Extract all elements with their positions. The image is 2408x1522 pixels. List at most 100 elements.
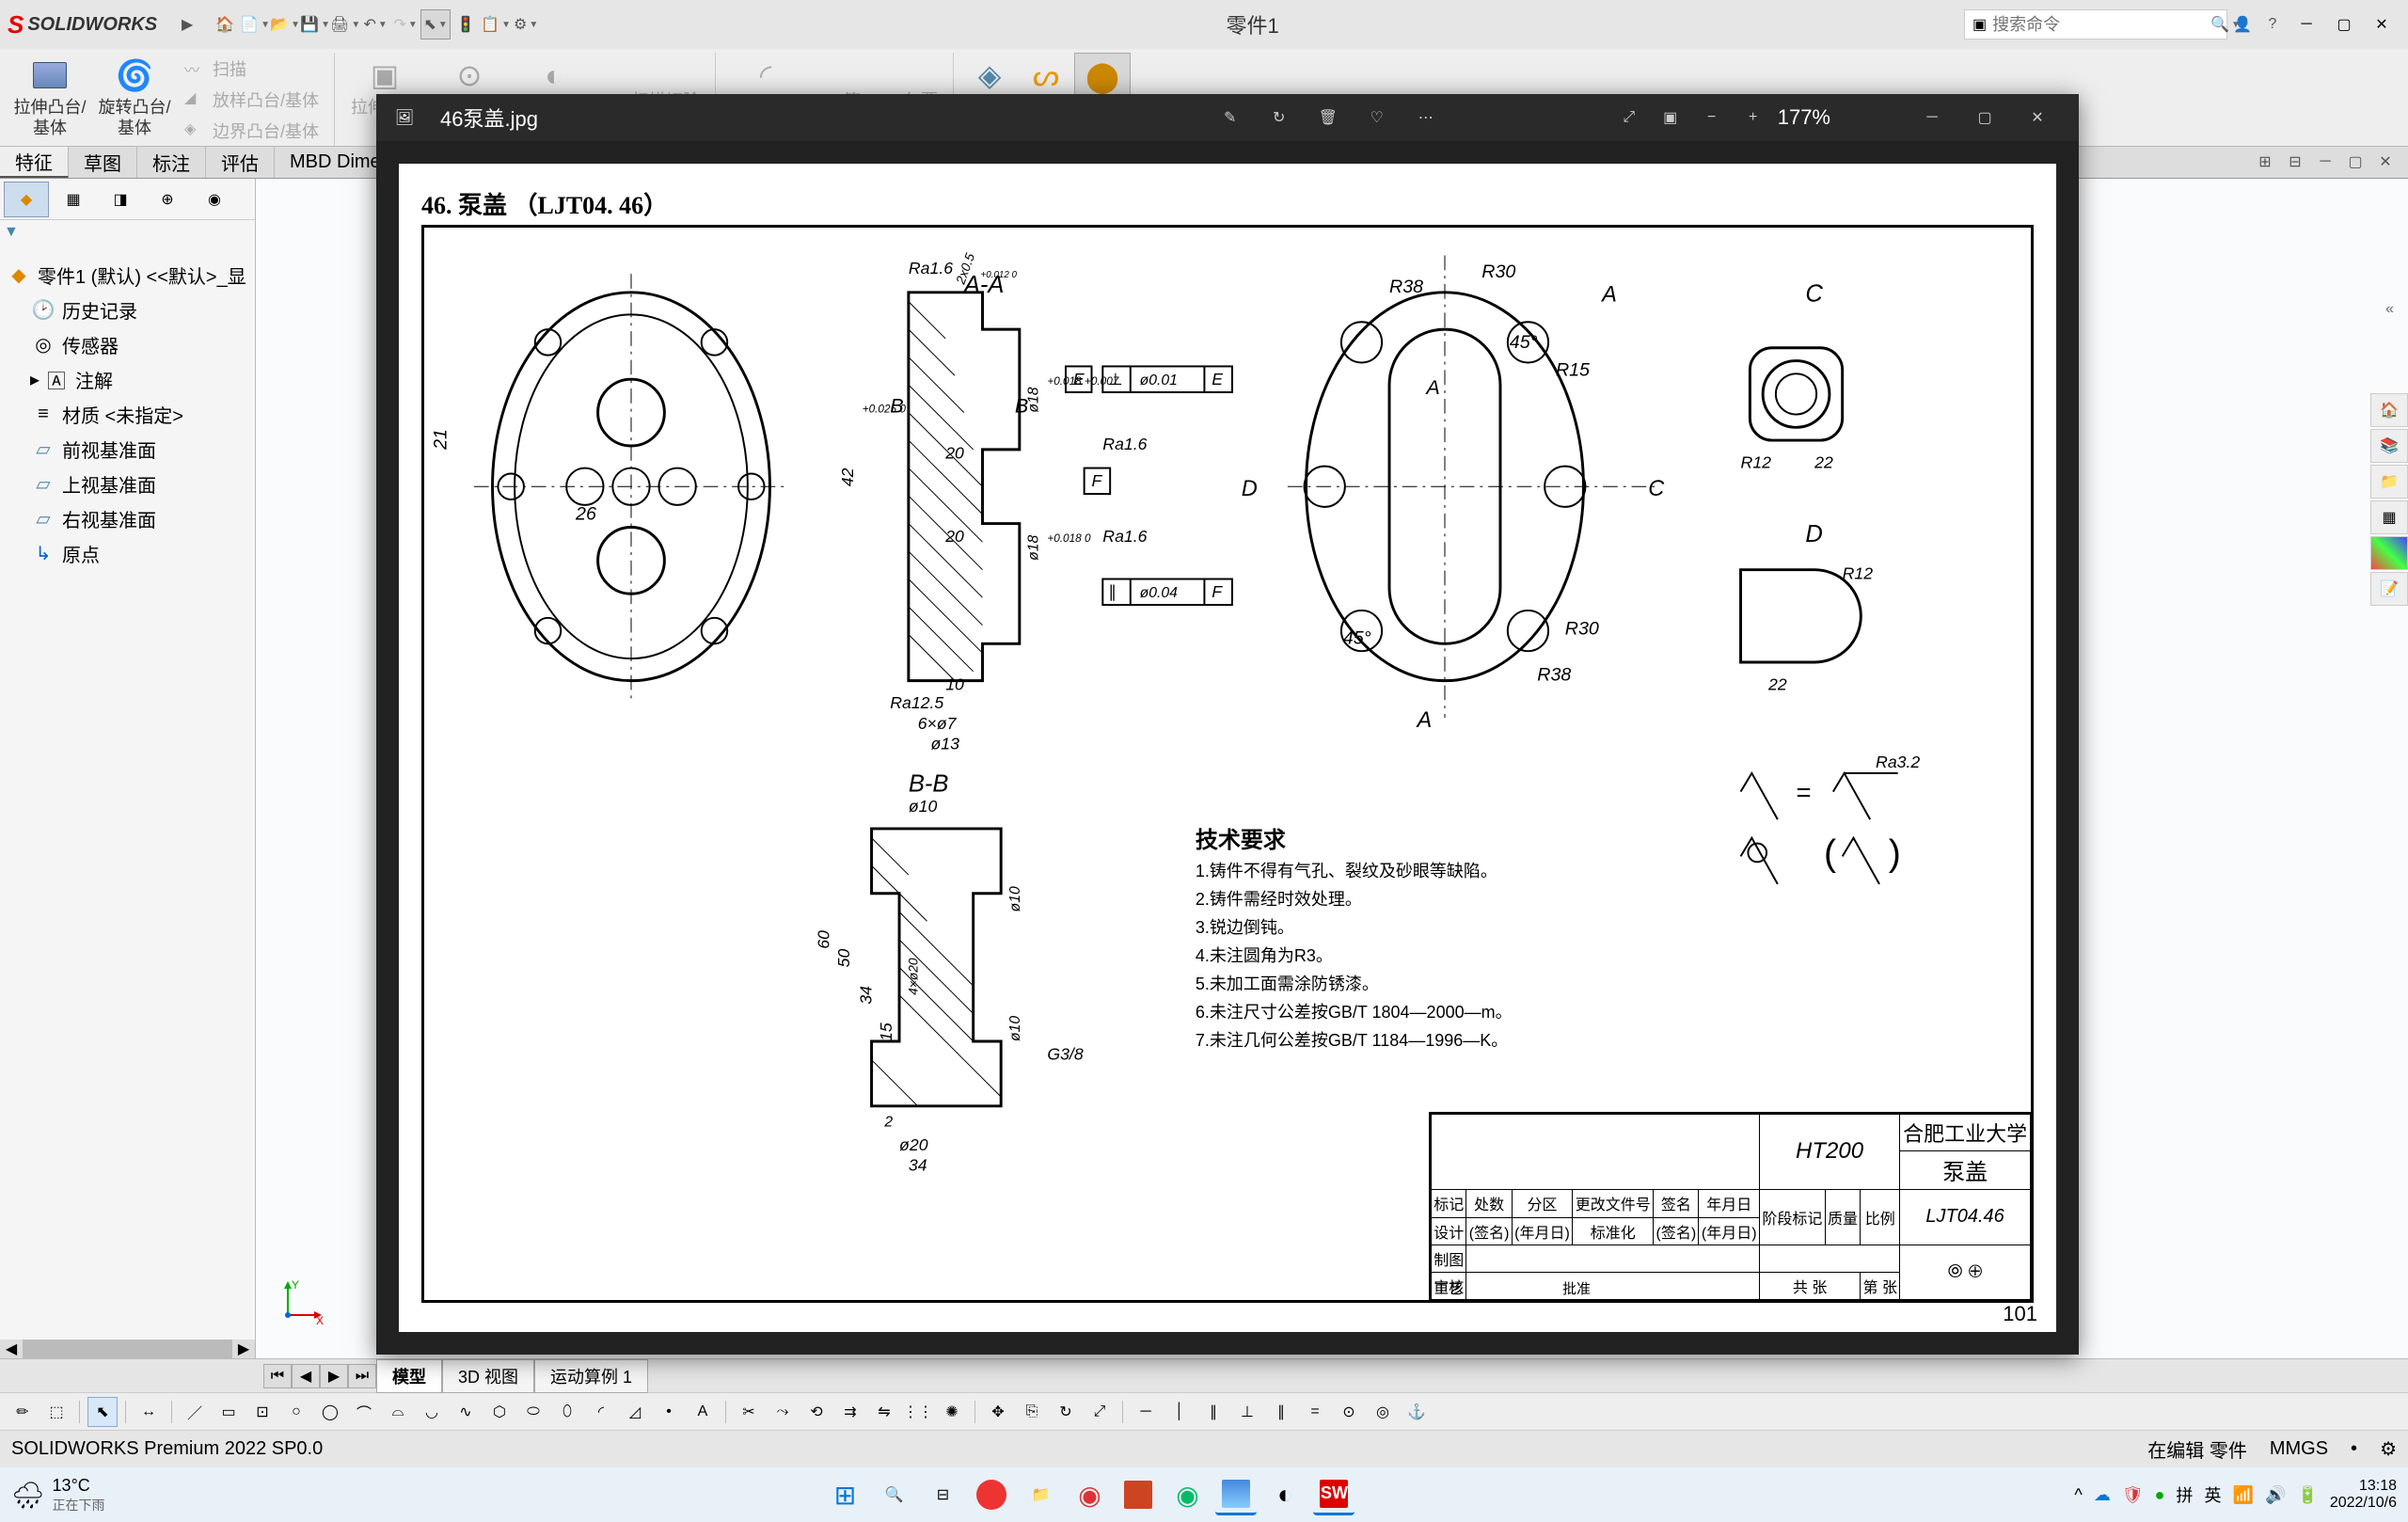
view-palette-icon[interactable]: ▦ (2370, 500, 2408, 534)
image-viewer-titlebar[interactable]: 🖼 46泵盖.jpg ✎ ↻ 🗑 ♡ ⋯ ⤢ ▣ − + 177% ─ ▢ ✕ (376, 94, 2079, 141)
relation-concentric-icon[interactable]: ◎ (1368, 1397, 1398, 1427)
boundary-button[interactable]: ◈边界凸台/基体 (177, 117, 326, 145)
polygon-icon[interactable]: ⬡ (484, 1397, 515, 1427)
tab-annotations[interactable]: 标注 (137, 147, 206, 178)
tree-top-plane[interactable]: ▱ 上视基准面 (4, 467, 251, 501)
ime-lang[interactable]: 英 (2205, 1482, 2222, 1507)
bottom-tab-motion[interactable]: 运动算例 1 (534, 1359, 648, 1393)
tab-features[interactable]: 特征 (0, 147, 69, 178)
slot-icon[interactable]: ⬭ (518, 1397, 548, 1427)
task-pane-toggle-icon[interactable]: « (2385, 301, 2408, 324)
select-icon[interactable]: ⬉▼ (420, 9, 451, 40)
doc-maximize-icon[interactable]: ▢ (2340, 147, 2370, 177)
zoom-in-icon[interactable]: + (1736, 101, 1770, 135)
copy-icon[interactable]: ⎘ (1017, 1397, 1047, 1427)
convert-icon[interactable]: ⟲ (801, 1397, 832, 1427)
tab-sketch[interactable]: 草图 (69, 147, 137, 178)
relation-fix-icon[interactable]: ⚓ (1402, 1397, 1432, 1427)
print-icon[interactable]: 🖨▼ (330, 9, 360, 40)
relation-perp-icon[interactable]: ⊥ (1232, 1397, 1262, 1427)
zoom-out-icon[interactable]: − (1695, 101, 1729, 135)
config-manager-tab-icon[interactable]: ◨ (98, 182, 143, 217)
tree-origin[interactable]: ↳ 原点 (4, 536, 251, 571)
custom-props-icon[interactable]: 📝 (2370, 572, 2408, 606)
search-box[interactable]: ▣ 🔍▼ (1964, 9, 2227, 40)
taskbar-search-icon[interactable]: 🔍 (873, 1474, 914, 1515)
tree-material[interactable]: ≡ 材质 <未指定> (4, 397, 251, 432)
minimize-button[interactable]: ─ (2288, 9, 2325, 40)
help-icon[interactable]: ? (2258, 9, 2288, 40)
taskbar-app5-icon[interactable]: ◐ (1264, 1474, 1306, 1515)
spline-icon[interactable]: ∿ (451, 1397, 481, 1427)
open-file-icon[interactable]: 📂▼ (270, 9, 300, 40)
relation-tangent-icon[interactable]: ⊙ (1334, 1397, 1364, 1427)
rebuild-icon[interactable]: 📋▼ (481, 9, 511, 40)
tab-nav-next-icon[interactable]: ▶ (320, 1364, 348, 1388)
smart-dim-icon[interactable]: ↔ (134, 1397, 164, 1427)
maximize-button[interactable]: ▢ (2325, 9, 2363, 40)
taskbar-app2-icon[interactable]: ◉ (1069, 1474, 1110, 1515)
file-explorer-icon[interactable]: 📁 (2370, 465, 2408, 499)
trim-icon[interactable]: ✂ (734, 1397, 764, 1427)
wifi-icon[interactable]: 📶 (2233, 1485, 2254, 1505)
select-arrow-icon[interactable]: ⬉ (87, 1397, 118, 1427)
tab-evaluate[interactable]: 评估 (206, 147, 275, 178)
image-viewer-content[interactable]: 46. 泵盖 （LJT04. 46） (376, 141, 2079, 1355)
tree-front-plane[interactable]: ▱ 前视基准面 (4, 432, 251, 467)
task-view-icon[interactable]: ⊟ (922, 1474, 963, 1515)
feature-tree-tab-icon[interactable]: ◆ (4, 182, 49, 217)
doc-tile-icon[interactable]: ⊟ (2280, 147, 2310, 177)
property-manager-tab-icon[interactable]: ▦ (51, 182, 96, 217)
iv-maximize-button[interactable]: ▢ (1958, 94, 2011, 141)
traffic-light-icon[interactable]: 🚦 (451, 9, 481, 40)
arc-icon КО[interactable]: ⌒ (349, 1397, 379, 1427)
chamfer-sketch-icon[interactable]: ◿ (620, 1397, 650, 1427)
tab-nav-last-icon[interactable]: ⏭ (348, 1364, 376, 1388)
tree-right-plane[interactable]: ▱ 右视基准面 (4, 501, 251, 536)
tab-nav-first-icon[interactable]: ⏮ (263, 1364, 292, 1388)
display-manager-tab-icon[interactable]: ◉ (192, 182, 237, 217)
tray-app-icon[interactable]: ● (2155, 1485, 2165, 1505)
slideshow-icon[interactable]: ▣ (1654, 101, 1687, 135)
3pt-arc-icon[interactable]: ◡ (417, 1397, 447, 1427)
redo-icon[interactable]: ↷▼ (390, 9, 420, 40)
perimeter-circle-icon[interactable]: ◯ (315, 1397, 345, 1427)
design-library-icon[interactable]: 📚 (2370, 429, 2408, 463)
tangent-arc-icon[interactable]: ⌓ (383, 1397, 413, 1427)
more-options-icon[interactable]: ⋯ (1409, 101, 1443, 135)
circle-icon[interactable]: ○ (281, 1397, 311, 1427)
linear-pattern-icon[interactable]: ⋮⋮ (903, 1397, 933, 1427)
extend-icon[interactable]: ⤳ (768, 1397, 798, 1427)
doc-minimize-icon[interactable]: ─ (2310, 147, 2340, 177)
ellipse-icon[interactable]: ⬯ (552, 1397, 582, 1427)
tab-nav-prev-icon[interactable]: ◀ (292, 1364, 320, 1388)
corner-rect-icon[interactable]: ▭ (214, 1397, 244, 1427)
text-icon[interactable]: A (688, 1397, 718, 1427)
fullscreen-icon[interactable]: ⤢ (1612, 101, 1646, 135)
3d-sketch-icon[interactable]: ⬚ (41, 1397, 71, 1427)
mirror-icon[interactable]: ⇋ (869, 1397, 899, 1427)
doc-close-icon[interactable]: ✕ (2370, 147, 2400, 177)
relation-v-icon[interactable]: │ (1164, 1397, 1195, 1427)
delete-image-icon[interactable]: 🗑 (1311, 101, 1345, 135)
point-icon[interactable]: • (654, 1397, 684, 1427)
rotate-icon[interactable]: ↻ (1051, 1397, 1081, 1427)
taskbar-clock[interactable]: 13:18 2022/10/6 (2330, 1478, 2397, 1512)
revolve-boss-button[interactable]: 🌀 旋转凸台/基体 (92, 53, 177, 146)
offset-icon[interactable]: ⇉ (835, 1397, 865, 1427)
taskbar-weather[interactable]: 🌧 13°C 正在下雨 (11, 1476, 105, 1514)
tree-root-part[interactable]: ◆ 零件1 (默认) <<默认>_显 (4, 258, 251, 293)
relation-h-icon[interactable]: ─ (1131, 1397, 1161, 1427)
tray-chevron-icon[interactable]: ^ (2074, 1485, 2082, 1505)
sketch-mode-icon[interactable]: ✏ (8, 1397, 38, 1427)
move-icon[interactable]: ✥ (983, 1397, 1013, 1427)
iv-minimize-button[interactable]: ─ (1906, 94, 1958, 141)
onedrive-icon[interactable]: ☁ (2094, 1485, 2111, 1505)
solidworks-resources-icon[interactable]: 🏠 (2370, 393, 2408, 427)
loft-button[interactable]: ◢放样凸台/基体 (177, 86, 326, 114)
home-icon[interactable]: 🏠 (210, 9, 240, 40)
extrude-boss-button[interactable]: 拉伸凸台/基体 (8, 53, 92, 146)
run-macro-icon[interactable]: ▶ (172, 9, 202, 40)
relation-equal-icon[interactable]: = (1300, 1397, 1330, 1427)
security-icon[interactable]: 🛡 (2122, 1485, 2144, 1505)
